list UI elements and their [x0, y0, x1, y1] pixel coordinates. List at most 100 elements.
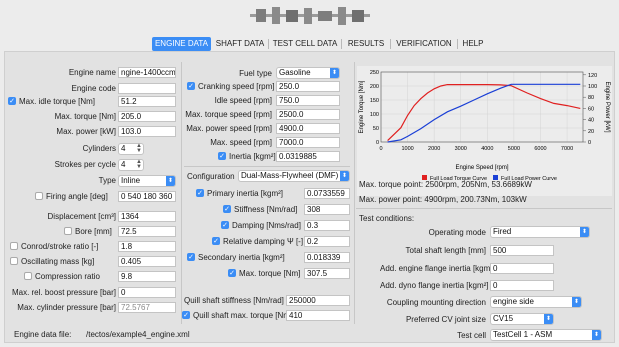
coupling-direction-label: Coupling mounting direction — [386, 298, 486, 307]
torque-point-summary: Max. torque point: 2500rpm, 205Nm, 53.66… — [359, 180, 532, 189]
dmf-max-torque-input[interactable]: 307.5 — [304, 268, 350, 279]
tab-shaft-data[interactable]: SHAFT DATA — [213, 37, 267, 51]
engine-name-input[interactable]: ngine-1400ccm — [118, 67, 176, 78]
operating-mode-select[interactable]: Fired ⬍ — [490, 226, 590, 238]
conrod-checkbox[interactable] — [10, 242, 18, 250]
oscillating-mass-label: Oscillating mass [kg] — [21, 257, 95, 266]
compression-checkbox[interactable] — [24, 272, 32, 280]
dyno-flange-input[interactable]: 0 — [490, 280, 554, 291]
stepper-arrows-icon: ▲ ▼ — [136, 159, 142, 170]
damping-checkbox[interactable]: ✓ — [221, 221, 229, 229]
tab-help[interactable]: HELP — [459, 37, 487, 51]
tab-engine-data[interactable]: ENGINE DATA — [152, 37, 211, 51]
fuel-type-select[interactable]: Gasoline ⬍ — [276, 67, 340, 79]
idle-speed-input[interactable]: 750.0 — [276, 95, 340, 106]
chevron-updown-icon: ⬍ — [330, 68, 339, 78]
dmf-max-torque-checkbox[interactable]: ✓ — [228, 269, 236, 277]
relative-damping-input[interactable]: 0.2 — [304, 236, 350, 247]
engine-flange-label: Add. engine flange inertia [kgm²] — [380, 264, 496, 273]
compression-label: Compression ratio — [35, 272, 100, 281]
test-conditions-heading: Test conditions: — [359, 214, 415, 223]
engine-name-label: Engine name — [68, 68, 116, 77]
chevron-updown-icon: ⬍ — [572, 297, 581, 307]
y2-tick-label: 60 — [588, 106, 594, 112]
relative-damping-label: Relative damping Ψ [-] — [223, 237, 304, 246]
displacement-input[interactable]: 1364 — [118, 211, 176, 222]
cylinders-value: 4 — [121, 144, 126, 153]
cranking-speed-checkbox[interactable]: ✓ — [187, 82, 195, 90]
chevron-updown-icon: ⬍ — [580, 227, 589, 237]
engine-code-label: Engine code — [71, 84, 116, 93]
relative-damping-checkbox[interactable]: ✓ — [212, 237, 220, 245]
tab-bar: ENGINE DATA SHAFT DATA TEST CELL DATA RE… — [0, 37, 619, 51]
primary-inertia-input[interactable]: 0.0733559 — [304, 188, 350, 199]
stiffness-checkbox[interactable]: ✓ — [223, 205, 231, 213]
coupling-direction-select[interactable]: engine side ⬍ — [490, 296, 582, 308]
max-power-input[interactable]: 103.0 — [118, 126, 176, 137]
divider — [184, 166, 350, 167]
column-divider — [354, 62, 355, 324]
quill-stiffness-input[interactable]: 250000 — [286, 295, 350, 306]
x-tick-label: 3000 — [455, 146, 467, 152]
test-cell-value: TestCell 1 - ASM — [493, 330, 553, 339]
y-tick-label: 250 — [370, 70, 379, 76]
primary-inertia-checkbox[interactable]: ✓ — [196, 189, 204, 197]
test-cell-select[interactable]: TestCell 1 - ASM ⬍ — [490, 329, 602, 341]
firing-angle-checkbox[interactable] — [35, 192, 43, 200]
column-divider — [181, 62, 182, 324]
idle-torque-checkbox[interactable]: ✓ — [8, 97, 16, 105]
conrod-input[interactable]: 1.8 — [118, 241, 176, 252]
max-power-speed-input[interactable]: 4900.0 — [276, 123, 340, 134]
cranking-speed-input[interactable]: 250.0 — [276, 81, 340, 92]
idle-torque-label: Max. idle torque [Nm] — [19, 97, 96, 106]
engine-flange-input[interactable]: 0 — [490, 263, 554, 274]
strokes-stepper[interactable]: 4 ▲ ▼ — [118, 159, 144, 171]
x-tick-label: 0 — [379, 146, 382, 152]
max-torque-speed-input[interactable]: 2500.0 — [276, 109, 340, 120]
y2-axis-label: Engine Power [kW] — [604, 81, 610, 132]
configuration-select[interactable]: Dual-Mass-Flywheel (DMF) ⬍ — [238, 170, 350, 182]
y-tick-label: 0 — [376, 140, 379, 146]
x-tick-label: 5000 — [508, 146, 520, 152]
stiffness-input[interactable]: 308 — [304, 204, 350, 215]
shaft-length-input[interactable]: 500 — [490, 245, 554, 256]
boost-pressure-input[interactable]: 0 — [118, 287, 176, 298]
engine-code-input[interactable] — [118, 83, 176, 94]
datafile-label: Engine data file: — [14, 330, 72, 339]
max-torque-input[interactable]: 205.0 — [118, 111, 176, 122]
quill-torque-input[interactable]: 410 — [286, 310, 350, 321]
max-power-speed-label: Max. power speed [rpm] — [186, 124, 272, 133]
configuration-value: Dual-Mass-Flywheel (DMF) — [241, 171, 339, 180]
quill-torque-checkbox[interactable]: ✓ — [182, 311, 190, 319]
max-speed-input[interactable]: 7000.0 — [276, 137, 340, 148]
inertia-checkbox[interactable]: ✓ — [218, 152, 226, 160]
operating-mode-label: Operating mode — [428, 228, 486, 237]
x-tick-label: 2000 — [428, 146, 440, 152]
cv-joint-value: CV15 — [493, 314, 514, 323]
cv-joint-select[interactable]: CV15 ⬍ — [490, 313, 554, 325]
type-select[interactable]: Inline ⬍ — [118, 175, 176, 187]
bore-input[interactable]: 72.5 — [118, 226, 176, 237]
x-axis-label: Engine Speed [rpm] — [455, 165, 508, 171]
bore-checkbox[interactable] — [64, 227, 72, 235]
y-tick-label: 200 — [370, 84, 379, 90]
boost-pressure-label: Max. rel. boost pressure [bar] — [11, 288, 116, 297]
inertia-input[interactable]: 0.0319885 — [276, 151, 340, 162]
quill-stiffness-label: Quill shaft stiffness [Nm/rad] — [184, 296, 284, 305]
chevron-updown-icon: ⬍ — [340, 171, 349, 181]
secondary-inertia-input[interactable]: 0.018339 — [304, 252, 350, 263]
secondary-inertia-checkbox[interactable]: ✓ — [187, 253, 195, 261]
compression-input[interactable]: 9.8 — [118, 271, 176, 282]
tab-results[interactable]: RESULTS — [343, 37, 389, 51]
damping-input[interactable]: 0.3 — [304, 220, 350, 231]
cylinders-stepper[interactable]: 4 ▲ ▼ — [118, 143, 144, 155]
firing-angle-input[interactable]: 0 540 180 360 — [118, 191, 176, 202]
tab-test-cell-data[interactable]: TEST CELL DATA — [270, 37, 340, 51]
oscillating-mass-input[interactable]: 0.405 — [118, 256, 176, 267]
fuel-type-label: Fuel type — [239, 69, 272, 78]
y2-tick-label: 120 — [588, 73, 597, 79]
idle-torque-input[interactable]: 51.2 — [118, 96, 176, 107]
tab-verification[interactable]: VERIFICATION — [392, 37, 456, 51]
oscillating-mass-checkbox[interactable] — [10, 257, 18, 265]
operating-mode-value: Fired — [493, 227, 512, 236]
